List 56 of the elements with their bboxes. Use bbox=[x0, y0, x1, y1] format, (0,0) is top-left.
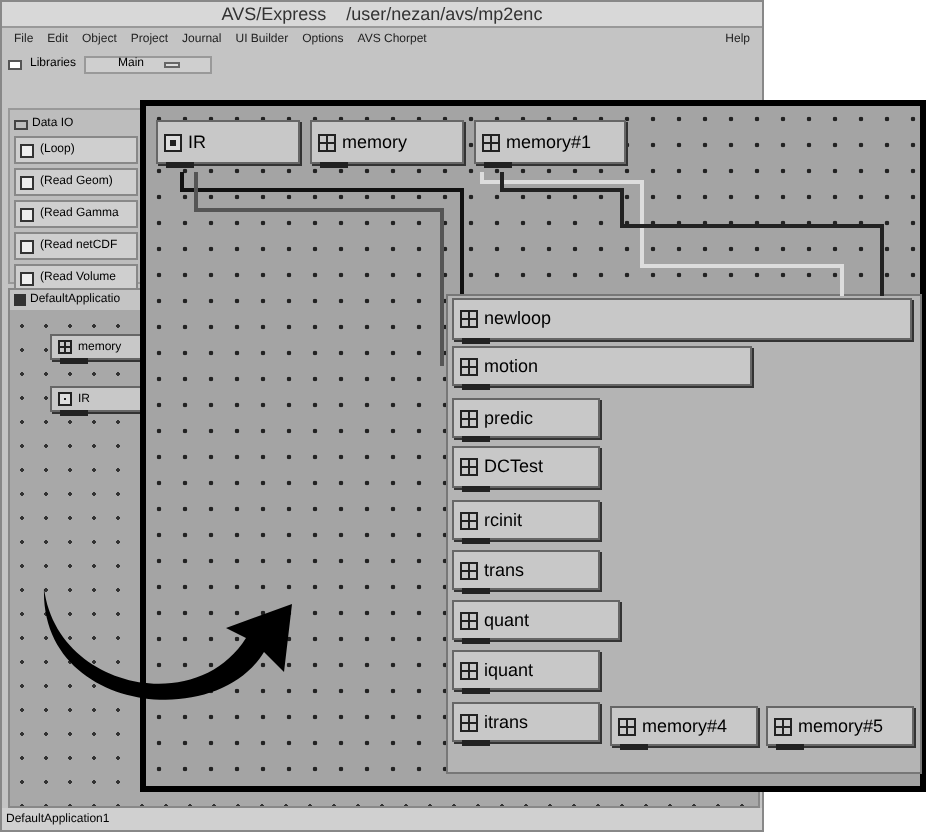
port-icon bbox=[620, 744, 648, 750]
port-icon bbox=[462, 688, 490, 694]
module-node[interactable]: quant bbox=[452, 600, 620, 640]
libraries-checkbox[interactable] bbox=[8, 59, 22, 69]
reader-icon bbox=[58, 392, 72, 406]
module-node[interactable]: rcinit bbox=[452, 500, 600, 540]
port-icon bbox=[462, 436, 490, 442]
port-icon bbox=[462, 538, 490, 544]
folder-icon bbox=[14, 119, 28, 129]
module-node[interactable]: motion bbox=[452, 346, 752, 386]
port-icon bbox=[462, 588, 490, 594]
port-icon bbox=[462, 486, 490, 492]
module-node[interactable]: IR bbox=[156, 120, 300, 164]
port-icon bbox=[484, 162, 512, 168]
module-icon bbox=[20, 239, 34, 253]
module-node[interactable]: itrans bbox=[452, 702, 600, 742]
grid-icon bbox=[482, 133, 500, 151]
grid-icon bbox=[460, 661, 478, 679]
grid-icon bbox=[460, 357, 478, 375]
grid-icon bbox=[460, 458, 478, 476]
dropdown-icon bbox=[164, 61, 181, 67]
grid-icon bbox=[774, 717, 792, 735]
module-node[interactable]: predic bbox=[452, 398, 600, 438]
grid-icon bbox=[460, 561, 478, 579]
application-icon bbox=[14, 294, 26, 306]
reader-icon bbox=[164, 133, 182, 151]
grid-icon bbox=[460, 713, 478, 731]
module-icon bbox=[20, 143, 34, 157]
port-icon bbox=[462, 740, 490, 746]
module-node[interactable]: memory#5 bbox=[766, 706, 914, 746]
grid-icon bbox=[460, 409, 478, 427]
module-icon bbox=[20, 175, 34, 189]
port-icon bbox=[776, 744, 804, 750]
grid-icon bbox=[618, 717, 636, 735]
port-icon bbox=[320, 162, 348, 168]
port-icon bbox=[60, 410, 88, 416]
window-title: AVS/Express /user/nezan/avs/mp2enc bbox=[221, 5, 543, 23]
grid-icon bbox=[58, 340, 72, 354]
module-node[interactable]: memory bbox=[310, 120, 464, 164]
module-node[interactable]: memory#1 bbox=[474, 120, 626, 164]
grid-icon bbox=[460, 511, 478, 529]
grid-icon bbox=[318, 133, 336, 151]
grid-icon bbox=[460, 310, 478, 328]
module-node[interactable]: iquant bbox=[452, 650, 600, 690]
module-node[interactable]: trans bbox=[452, 550, 600, 590]
port-icon bbox=[166, 162, 194, 168]
module-node[interactable]: DCTest bbox=[452, 446, 600, 488]
module-icon bbox=[20, 271, 34, 285]
port-icon bbox=[462, 638, 490, 644]
module-node[interactable]: memory#4 bbox=[610, 706, 758, 746]
port-icon bbox=[462, 338, 490, 344]
port-icon bbox=[462, 384, 490, 390]
grid-icon bbox=[460, 611, 478, 629]
module-node[interactable]: newloop bbox=[452, 298, 912, 340]
port-icon bbox=[60, 358, 88, 364]
module-icon bbox=[20, 207, 34, 221]
